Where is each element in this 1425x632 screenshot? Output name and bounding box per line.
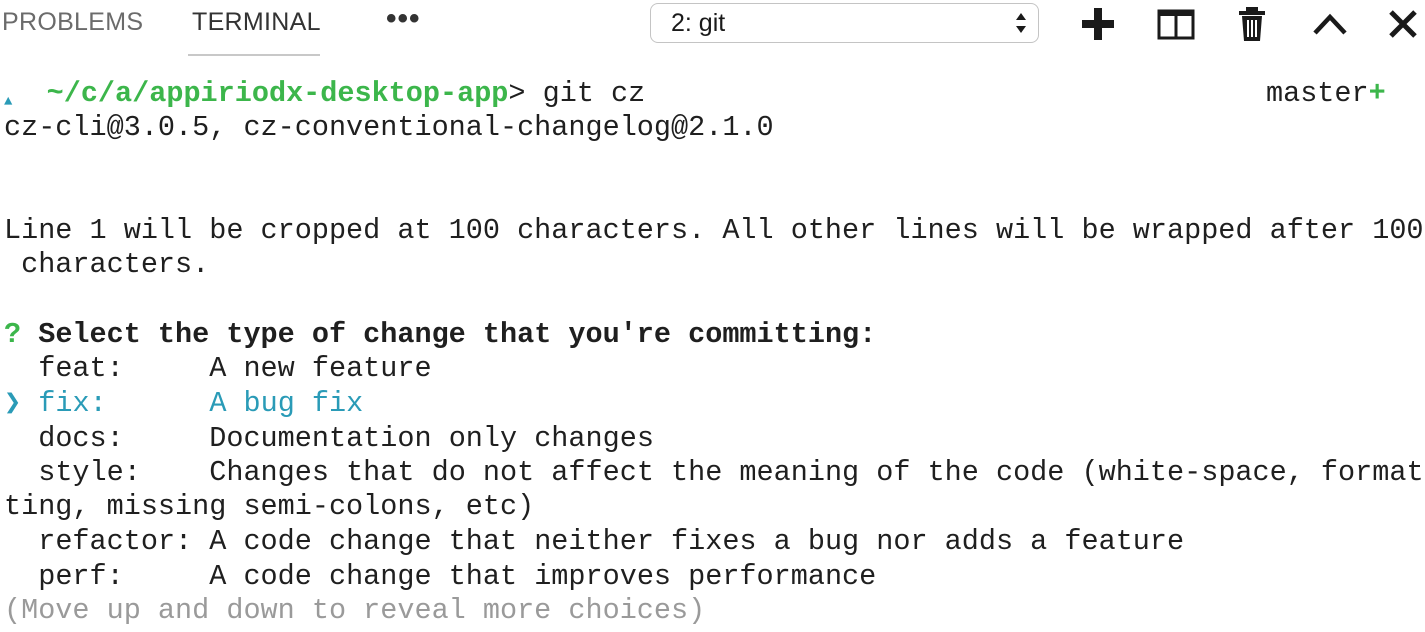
- question-line: ? Select the type of change that you're …: [4, 318, 876, 352]
- new-terminal-button[interactable]: [1078, 4, 1118, 44]
- choice-key: feat:: [38, 352, 210, 385]
- close-icon: [1389, 10, 1417, 38]
- maximize-panel-button[interactable]: [1310, 4, 1350, 44]
- trash-icon: [1239, 7, 1265, 41]
- choice-desc: A code change that neither fixes a bug n…: [209, 525, 1185, 558]
- choice-desc: A new feature: [209, 352, 432, 385]
- choice-key: style:: [38, 456, 210, 489]
- choice-fix[interactable]: ❯ fix: A bug fix: [4, 387, 363, 421]
- choice-desc: A bug fix: [209, 387, 364, 420]
- cwd-path: ~/c/a/appiriodx-desktop-app: [46, 77, 509, 110]
- choice-style[interactable]: style: Changes that do not affect the me…: [4, 456, 1424, 490]
- choice-key: perf:: [38, 560, 210, 593]
- selection-pointer-icon: ❯: [4, 387, 22, 420]
- choice-refactor[interactable]: refactor: A code change that neither fix…: [4, 525, 1184, 559]
- choice-feat[interactable]: feat: A new feature: [4, 352, 432, 386]
- choice-docs[interactable]: docs: Documentation only changes: [4, 422, 654, 456]
- question-mark: ?: [4, 318, 22, 351]
- choice-style-wrap: ting, missing semi-colons, etc): [4, 490, 535, 523]
- version-line: cz-cli@3.0.5, cz-conventional-changelog@…: [4, 111, 774, 144]
- choice-key: refactor:: [38, 525, 210, 558]
- tab-problems[interactable]: PROBLEMS: [2, 8, 143, 37]
- select-arrows-icon: [1016, 13, 1026, 33]
- choices-hint: (Move up and down to reveal more choices…: [4, 594, 706, 627]
- choice-desc: Documentation only changes: [209, 422, 654, 455]
- split-terminal-button[interactable]: [1156, 4, 1196, 44]
- plus-icon: [1082, 8, 1114, 40]
- git-branch: master+: [1266, 77, 1386, 111]
- choice-key: fix:: [38, 387, 210, 420]
- choice-desc: A code change that improves performance: [209, 560, 877, 593]
- info-line-1: Line 1 will be cropped at 100 characters…: [4, 214, 1424, 247]
- choice-perf[interactable]: perf: A code change that improves perfor…: [4, 560, 876, 594]
- question-text: Select the type of change that you're co…: [21, 318, 877, 351]
- command-text: git cz: [525, 77, 646, 110]
- info-line-2: characters.: [4, 248, 210, 281]
- terminal-selector-value: 2: git: [671, 9, 726, 37]
- chevron-up-icon: [1313, 13, 1347, 35]
- tab-terminal[interactable]: TERMINAL: [192, 8, 321, 37]
- choice-key: docs:: [38, 422, 210, 455]
- branch-name: master: [1266, 77, 1369, 110]
- terminal-output[interactable]: ▲ ~/c/a/appiriodx-desktop-app> git cz ma…: [0, 75, 1425, 632]
- more-actions-button[interactable]: •••: [386, 2, 421, 36]
- choice-desc: Changes that do not affect the meaning o…: [209, 456, 1424, 489]
- panel-header: PROBLEMS TERMINAL ••• 2: git: [0, 0, 1425, 56]
- branch-dirty-mark: +: [1368, 77, 1386, 110]
- close-panel-button[interactable]: [1383, 4, 1423, 44]
- prompt-symbol: >: [508, 77, 526, 110]
- kill-terminal-button[interactable]: [1232, 4, 1272, 44]
- split-editor-icon: [1157, 9, 1195, 40]
- active-tab-indicator: [188, 54, 320, 56]
- terminal-selector[interactable]: 2: git: [650, 3, 1039, 43]
